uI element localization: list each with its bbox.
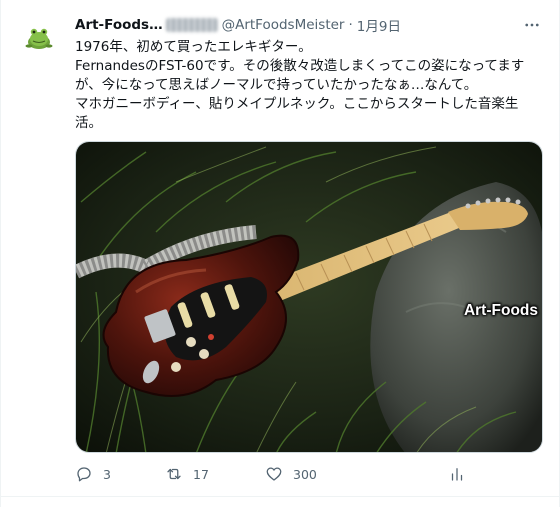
tweet-text-line: が、今になって思えばノーマルで持っていたかったなぁ…なんて。	[75, 77, 478, 93]
tweet-card[interactable]: Art-Foods… @ArtFoodsMeister · 1月9日 1976年…	[0, 0, 560, 507]
reply-count: 3	[103, 466, 111, 482]
views-button[interactable]	[448, 462, 466, 486]
tweet-photo[interactable]: Art-Foods	[75, 141, 543, 453]
frog-icon	[25, 28, 53, 49]
separator-dot: ·	[348, 17, 353, 33]
guitar-photo	[76, 142, 542, 452]
retweet-button[interactable]: 17	[165, 462, 209, 486]
heart-icon	[266, 467, 282, 481]
divider	[1, 496, 559, 497]
frog-avatar[interactable]	[23, 22, 55, 54]
tweet-text-line: FernandesのFST-60です。その後散々改造しまくってこの姿になってます	[75, 58, 525, 74]
tweet-text-line: 活。	[75, 115, 102, 131]
blurred-name-part	[165, 18, 218, 32]
like-button[interactable]: 300	[265, 462, 317, 486]
retweet-icon	[167, 468, 181, 480]
retweet-count: 17	[193, 466, 209, 482]
reply-button[interactable]: 3	[75, 462, 111, 486]
photo-watermark: Art-Foods	[463, 302, 538, 319]
author-handle[interactable]: @ArtFoodsMeister	[222, 17, 345, 33]
like-count: 300	[293, 466, 317, 482]
views-icon	[451, 468, 463, 481]
more-icon[interactable]	[519, 14, 545, 36]
tweet-text-line: マホガニーボディー、貼りメイプルネック。ここからスタートした音楽生	[75, 96, 519, 112]
tweet-header: Art-Foods… @ArtFoodsMeister · 1月9日	[75, 14, 401, 36]
action-bar: 3 17 300	[75, 462, 545, 486]
tweet-text: 1976年、初めて買ったエレキギター。 FernandesのFST-60です。そ…	[75, 38, 545, 133]
author-name[interactable]: Art-Foods…	[75, 17, 163, 33]
reply-icon	[77, 467, 91, 482]
tweet-date[interactable]: 1月9日	[357, 15, 401, 35]
tweet-text-line: 1976年、初めて買ったエレキギター。	[75, 39, 312, 55]
